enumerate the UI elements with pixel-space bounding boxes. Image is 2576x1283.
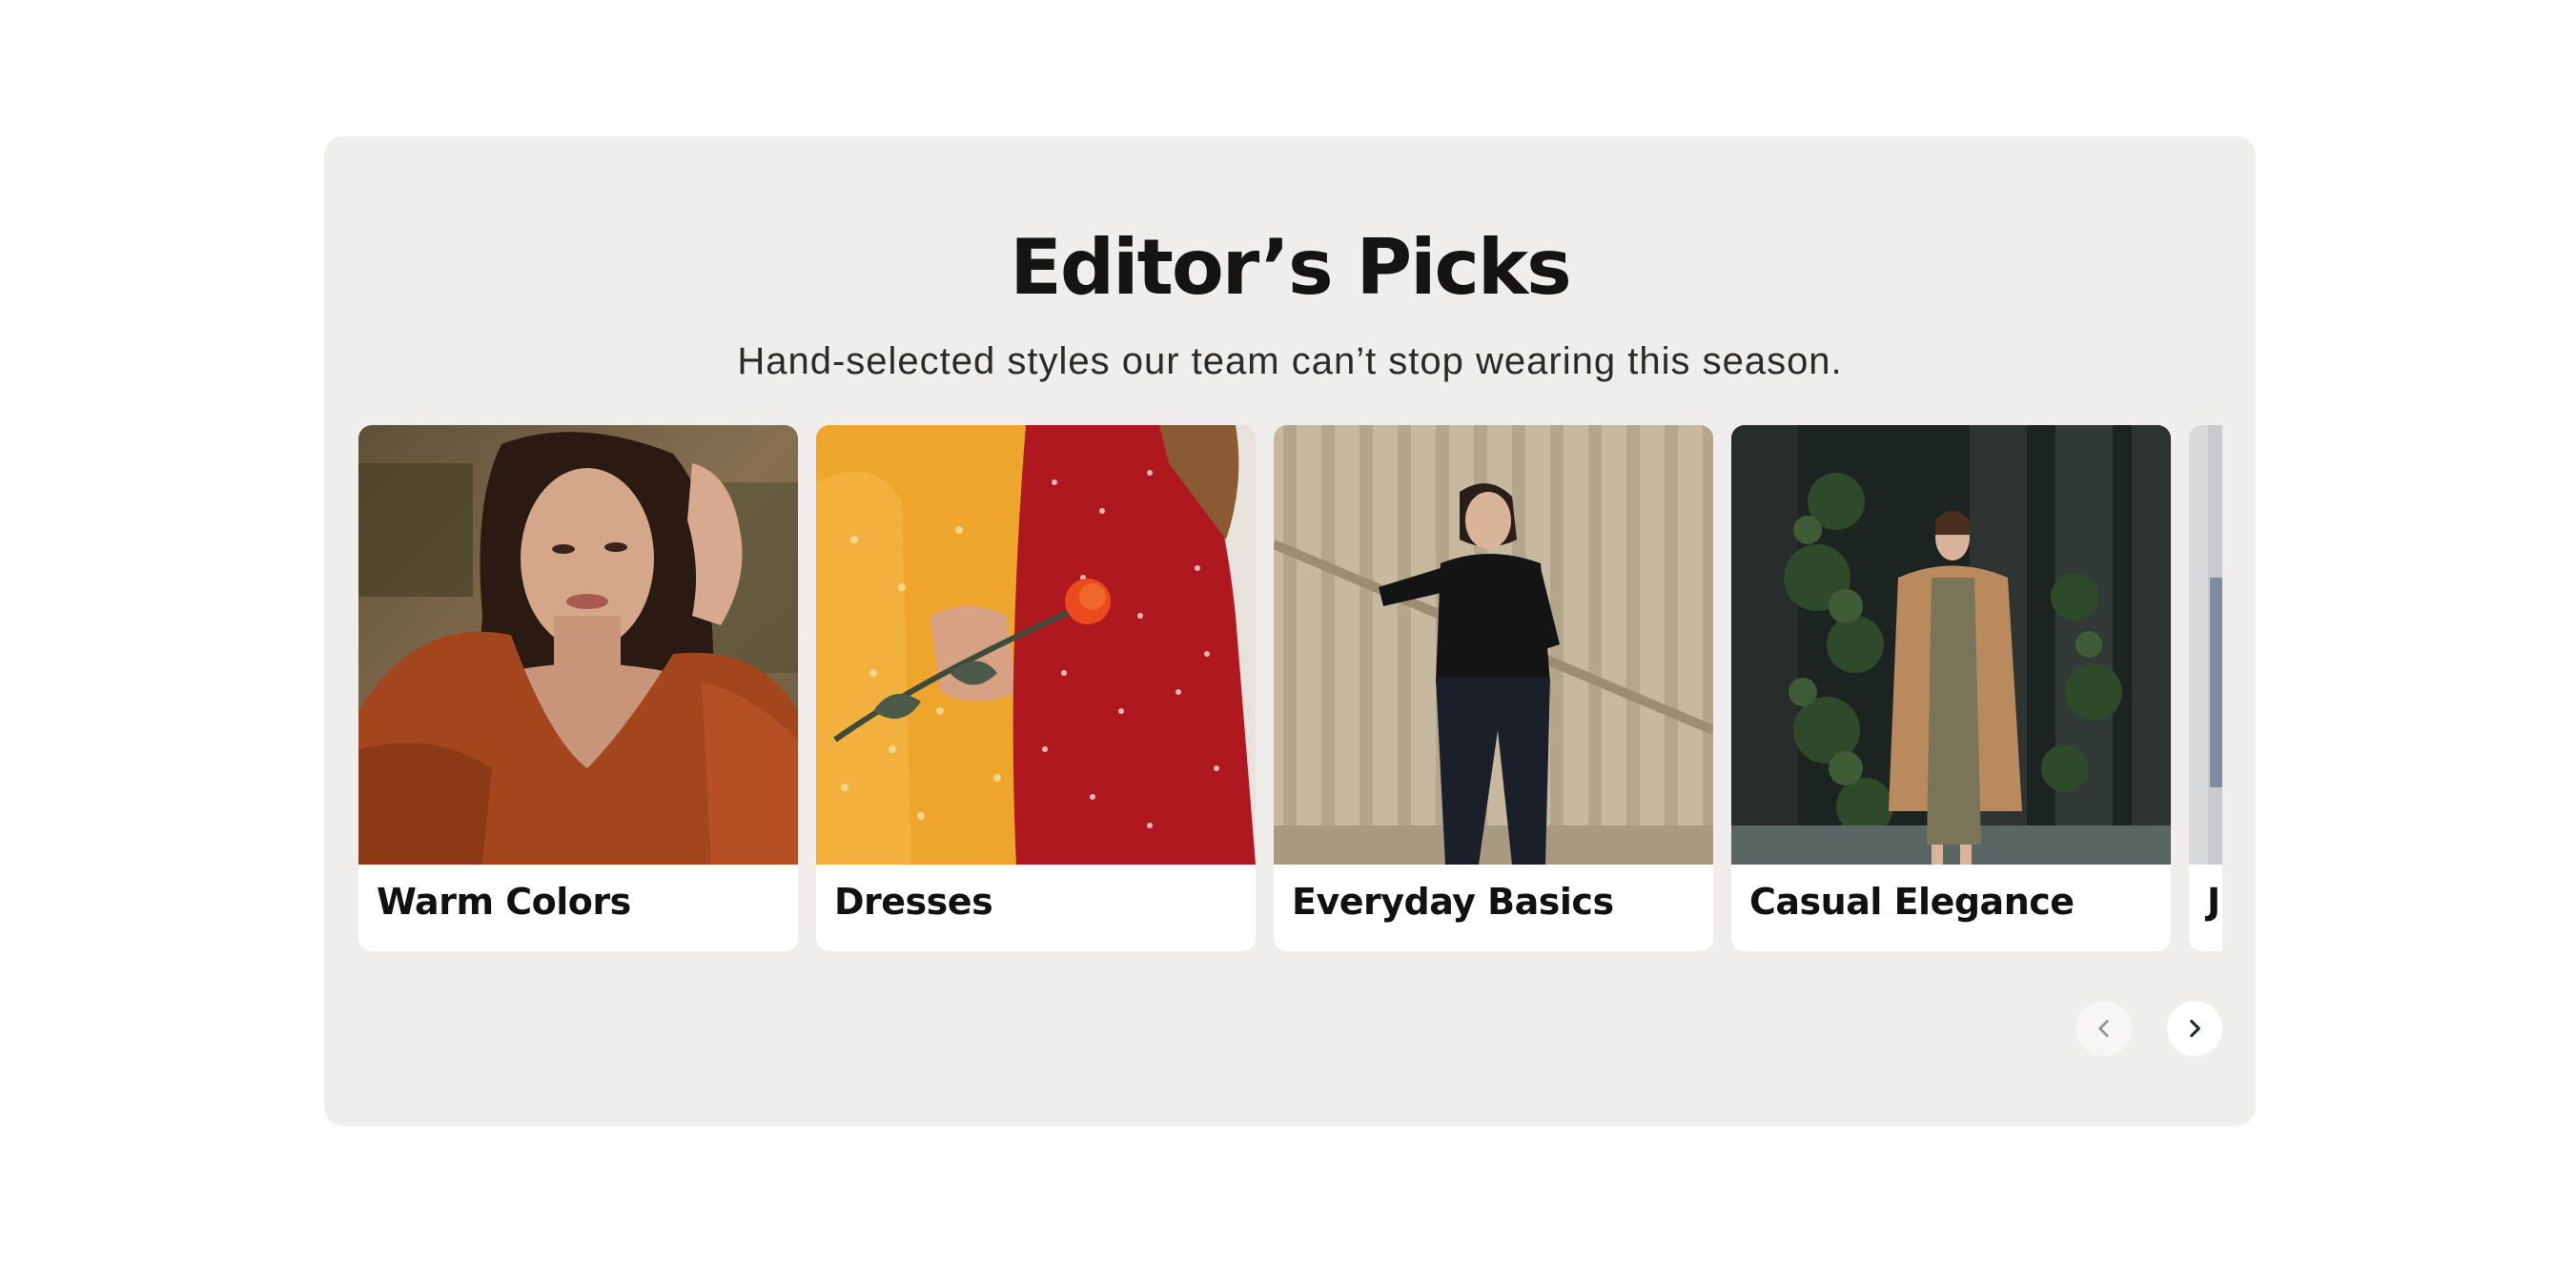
card-label: Dresses — [834, 881, 993, 923]
card-casual-elegance[interactable]: Casual Elegance — [1731, 425, 2171, 951]
chevron-right-icon — [2190, 1019, 2200, 1038]
card-dresses[interactable]: Dresses — [816, 425, 1256, 951]
card-partial[interactable]: J — [2189, 425, 2222, 951]
card-image-partial — [2189, 425, 2222, 865]
chevron-left-icon — [2098, 1020, 2109, 1037]
card-image-dresses — [816, 425, 1256, 865]
card-everyday-basics[interactable]: Everyday Basics — [1274, 425, 1713, 951]
card-label: Warm Colors — [377, 881, 631, 923]
editors-picks-section: Editor’s Picks Hand-selected styles our … — [324, 136, 2256, 1126]
card-image-casual-elegance — [1731, 425, 2171, 865]
section-subtitle: Hand-selected styles our team can’t stop… — [737, 340, 1843, 382]
card-image-everyday-basics — [1274, 425, 1713, 865]
carousel-track: Warm Colors Dresses Everyday Basics Casu… — [358, 425, 2222, 955]
card-label: J — [2207, 881, 2220, 923]
card-warm-colors[interactable]: Warm Colors — [358, 425, 798, 951]
card-label: Everyday Basics — [1292, 881, 1614, 923]
section-title: Editor’s Picks — [1010, 223, 1572, 312]
carousel-next-button[interactable] — [2167, 1001, 2222, 1056]
card-label: Casual Elegance — [1749, 881, 2075, 923]
card-image-warm-colors — [358, 425, 798, 865]
carousel-prev-button[interactable] — [2076, 1001, 2132, 1056]
carousel-viewport: Warm Colors Dresses Everyday Basics Casu… — [358, 425, 2222, 955]
